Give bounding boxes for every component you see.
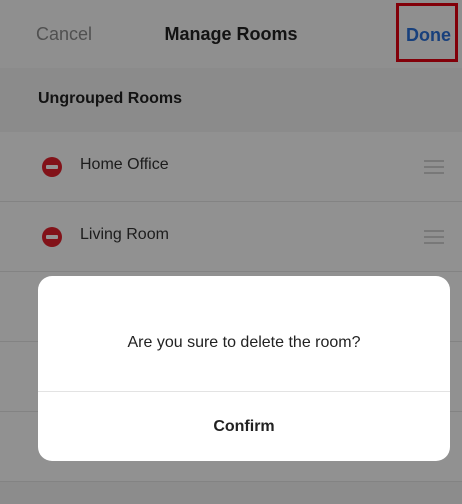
confirm-delete-dialog: Are you sure to delete the room? Confirm <box>38 276 450 461</box>
dialog-message: Are you sure to delete the room? <box>127 334 361 351</box>
confirm-button[interactable]: Confirm <box>38 392 450 461</box>
